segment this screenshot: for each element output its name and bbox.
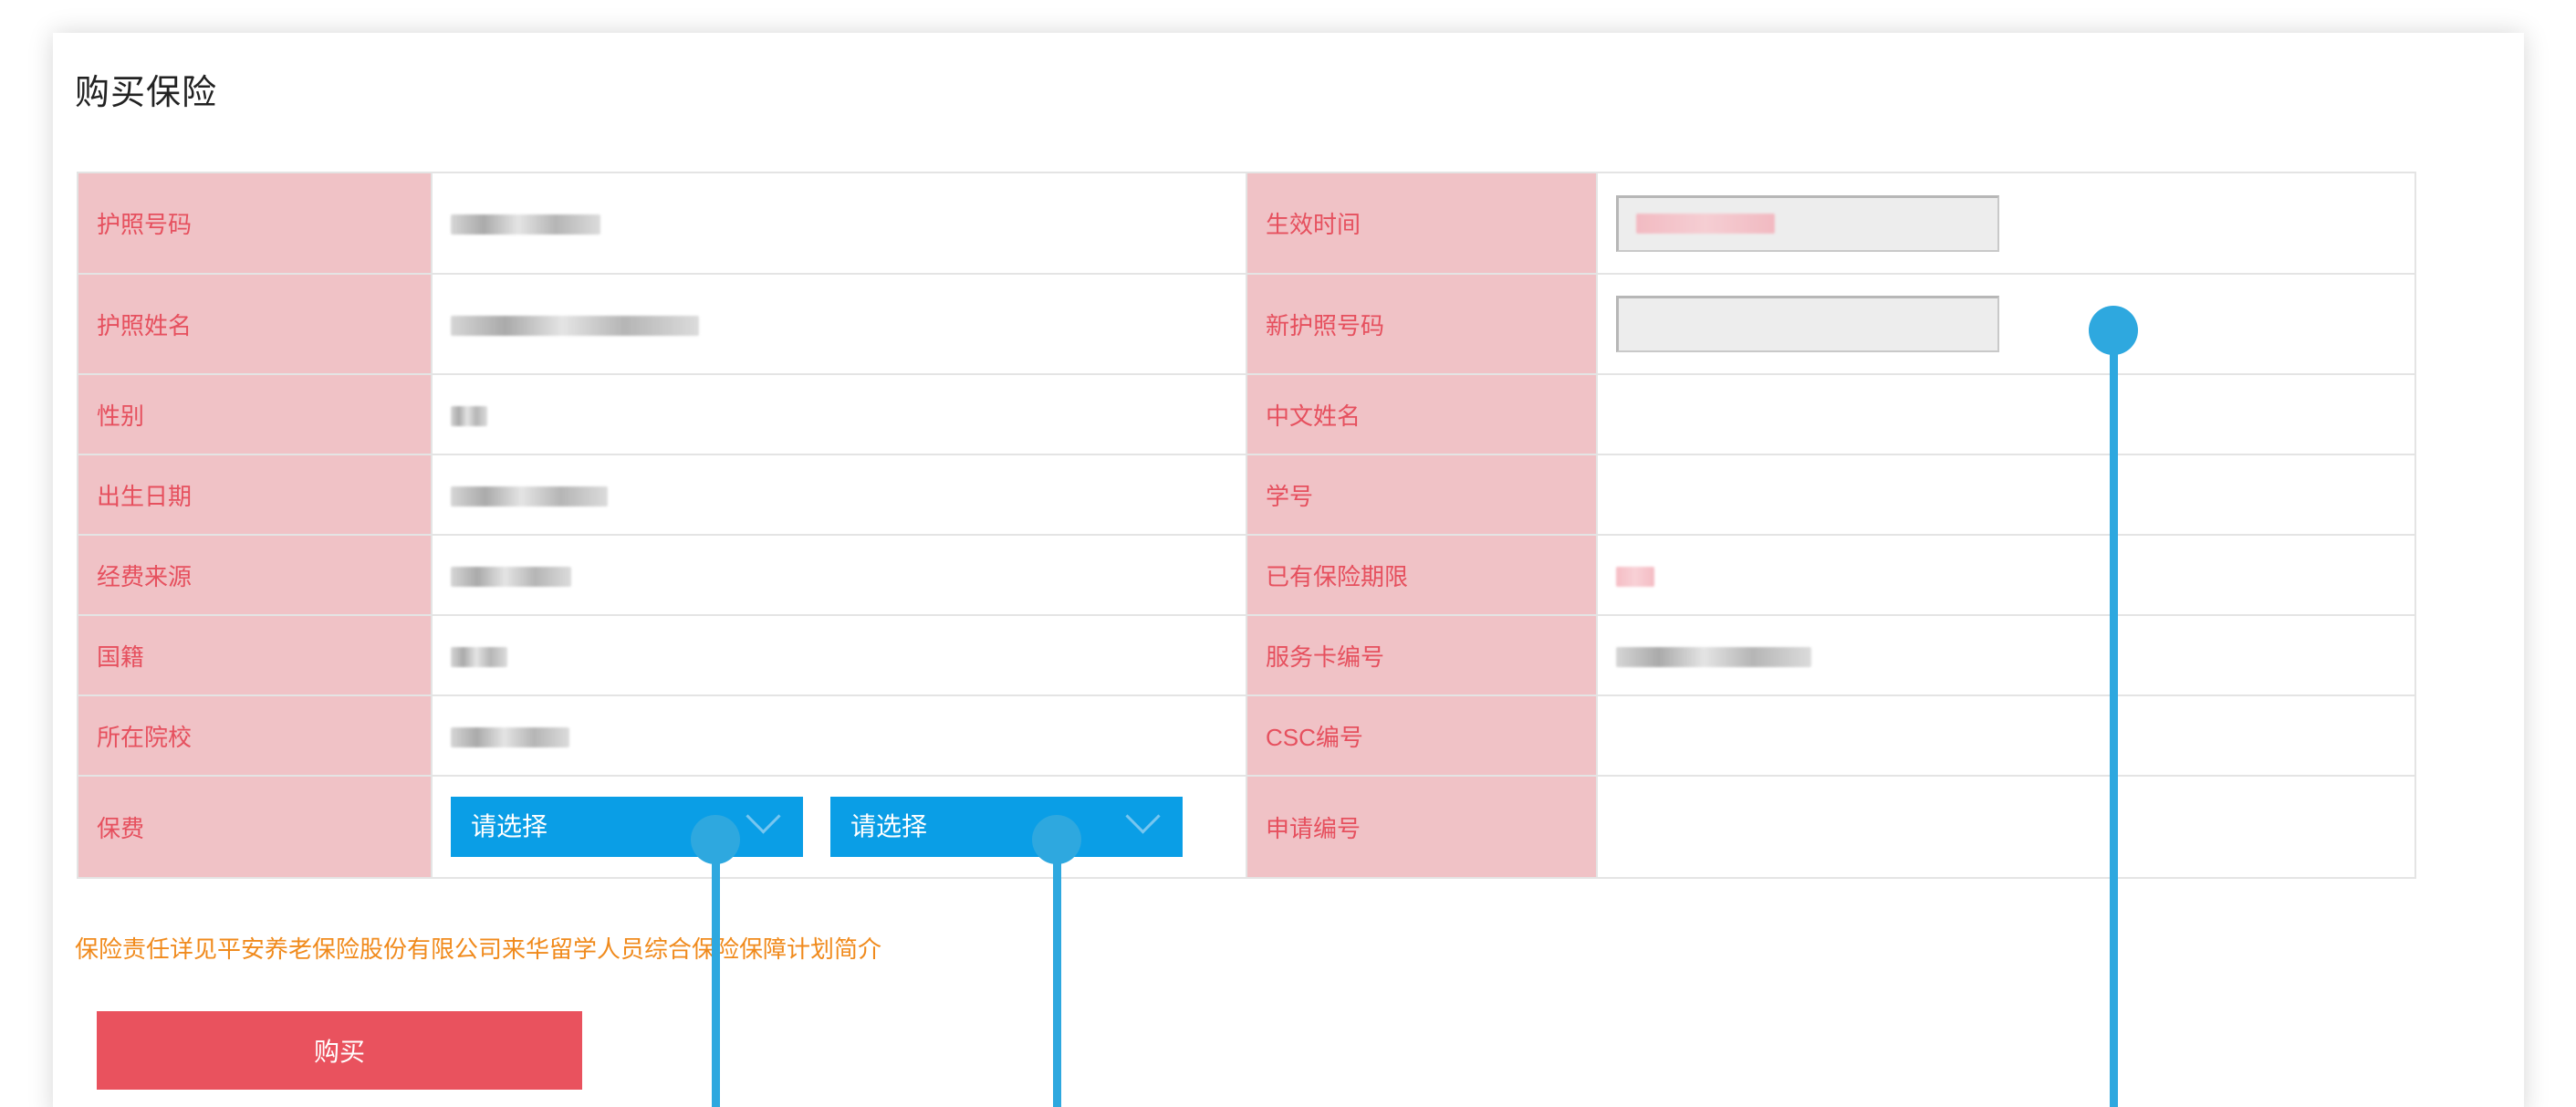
label-premium: 保费 (77, 775, 433, 879)
redacted-value (451, 214, 600, 235)
buy-button[interactable]: 购买 (97, 1011, 582, 1090)
label-application-number: 申请编号 (1246, 775, 1598, 879)
value-csc-number (1596, 694, 2416, 777)
value-effective-date (1596, 172, 2416, 275)
table-row: 护照号码 生效时间 (77, 172, 2416, 275)
redacted-value (451, 405, 487, 426)
redacted-value (451, 486, 608, 507)
premium-select-1[interactable]: 请选择 (451, 797, 803, 857)
label-school: 所在院校 (77, 694, 433, 777)
callout-dot (1032, 815, 1081, 864)
table-row: 护照姓名 新护照号码 (77, 273, 2416, 375)
table-row: 出生日期 学号 (77, 454, 2416, 536)
page-title: 购买保险 (75, 74, 218, 112)
label-new-passport-number: 新护照号码 (1246, 273, 1598, 375)
premium-select-1-value: 请选择 (471, 812, 548, 841)
value-gender (431, 373, 1247, 455)
redacted-value (451, 566, 571, 587)
table-row: 保费 请选择 请选择 申请编号 (77, 775, 2416, 879)
value-funding-source (431, 534, 1247, 616)
callout-dot (691, 815, 740, 864)
premium-select-2-value: 请选择 (850, 812, 928, 841)
value-nationality (431, 614, 1247, 696)
label-birth-date: 出生日期 (77, 454, 433, 536)
value-premium: 请选择 请选择 (431, 775, 1247, 879)
premium-select-2[interactable]: 请选择 (830, 797, 1183, 857)
chevron-down-icon (746, 799, 781, 834)
redacted-value (1636, 213, 1775, 234)
value-school (431, 694, 1247, 777)
value-birth-date (431, 454, 1247, 536)
page: 购买保险 护照号码 生效时间 护照姓名 新护照号码 性别 中文姓名 出生日期 学… (0, 0, 2576, 1107)
table-row: 性别 中文姓名 (77, 373, 2416, 455)
label-nationality: 国籍 (77, 614, 433, 696)
value-service-card-number (1596, 614, 2416, 696)
label-student-id: 学号 (1246, 454, 1598, 536)
effective-date-wrap (1616, 194, 1999, 252)
table-row: 国籍 服务卡编号 (77, 614, 2416, 696)
value-student-id (1596, 454, 2416, 536)
new-passport-number-input[interactable] (1616, 296, 1999, 352)
callout-line (1053, 840, 1061, 1107)
redacted-value (451, 726, 569, 747)
label-service-card-number: 服务卡编号 (1246, 614, 1598, 696)
value-application-number (1596, 775, 2416, 879)
redacted-value (451, 315, 699, 336)
table-row: 经费来源 已有保险期限 (77, 534, 2416, 616)
insurance-terms-link[interactable]: 保险责任详见平安养老保险股份有限公司来华留学人员综合保险保障计划简介 (75, 931, 881, 965)
value-passport-name (431, 273, 1247, 375)
redacted-value (1616, 566, 1654, 587)
label-chinese-name: 中文姓名 (1246, 373, 1598, 455)
label-existing-insurance-period: 已有保险期限 (1246, 534, 1598, 616)
label-effective-date: 生效时间 (1246, 172, 1598, 275)
chevron-down-icon (1125, 799, 1161, 834)
label-passport-name: 护照姓名 (77, 273, 433, 375)
label-passport-number: 护照号码 (77, 172, 433, 275)
label-csc-number: CSC编号 (1246, 694, 1598, 777)
value-chinese-name (1596, 373, 2416, 455)
value-new-passport-number (1596, 273, 2416, 375)
redacted-value (1616, 646, 1811, 667)
callout-dot (2089, 306, 2138, 355)
callout-line (2110, 330, 2118, 1107)
value-existing-insurance-period (1596, 534, 2416, 616)
table-row: 所在院校 CSC编号 (77, 694, 2416, 777)
insurance-info-table: 护照号码 生效时间 护照姓名 新护照号码 性别 中文姓名 出生日期 学号 经费来… (77, 172, 2416, 879)
label-funding-source: 经费来源 (77, 534, 433, 616)
label-gender: 性别 (77, 373, 433, 455)
value-passport-number (431, 172, 1247, 275)
redacted-value (451, 646, 507, 667)
callout-line (712, 840, 720, 1107)
